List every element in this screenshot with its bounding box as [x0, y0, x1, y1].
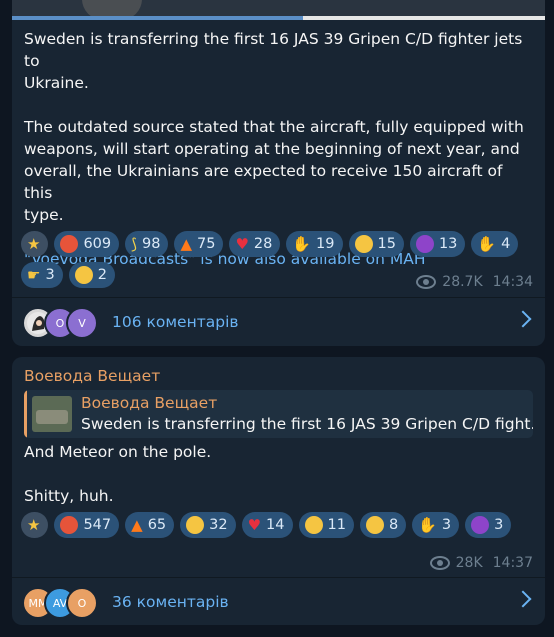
reaction-devil[interactable]: 3 [465, 512, 512, 538]
post-text-line: Ukraine. [24, 74, 89, 92]
star-icon: ★ [27, 516, 41, 534]
reaction-pointing-hand[interactable]: ☛ 3 [21, 262, 63, 288]
view-count: 28.7K [442, 274, 483, 290]
reaction-heart[interactable]: ♥ 14 [241, 512, 293, 538]
reaction-count: 98 [142, 236, 161, 252]
heart-icon: ♥ [247, 516, 262, 534]
post-text-line: type. [24, 206, 64, 224]
reaction-count: 8 [388, 517, 399, 533]
heart-icon: ♥ [235, 235, 249, 253]
reaction-thinking[interactable]: 8 [359, 512, 407, 538]
grinning-face-icon [354, 235, 373, 253]
devil-face-icon [415, 235, 434, 253]
view-count: 28K [455, 555, 483, 571]
reaction-rofl[interactable]: 2 [68, 262, 115, 288]
reply-thumbnail [32, 396, 72, 432]
post-time: 14:37 [492, 555, 533, 571]
reaction-count: 4 [501, 236, 511, 252]
reaction-folded-hands[interactable]: ✋ 4 [471, 231, 519, 257]
reaction-grinning[interactable]: 32 [180, 512, 236, 538]
reaction-thumbs-up[interactable]: ✋ 3 [412, 512, 460, 538]
reaction-thumbs-up[interactable]: ✋ 19 [286, 231, 343, 257]
angry-face-icon [60, 516, 79, 534]
grinning-face-icon [186, 516, 205, 534]
angry-face-icon [60, 235, 79, 253]
thumbs-up-icon: ✋ [292, 235, 312, 253]
thinking-face-icon [365, 516, 384, 534]
post-time: 14:34 [492, 274, 533, 290]
reaction-count: 3 [494, 517, 504, 533]
eye-icon [429, 556, 450, 570]
channel-post-2: Воевода Вещает Воевода Вещает Sweden is … [12, 357, 545, 625]
reaction-count: 15 [377, 236, 396, 252]
reactions-bar: ★ 547 ▲ 65 32 ♥ 14 11 8 ✋ 3 3 [21, 512, 541, 538]
rofl-face-icon [74, 266, 93, 284]
post-text-line: overall, the Ukrainians are expected to … [24, 162, 503, 202]
post-media-preview[interactable] [12, 0, 545, 20]
media-progress-remaining [303, 16, 545, 20]
reaction-count: 28 [253, 236, 273, 252]
reaction-devil[interactable]: 13 [409, 231, 466, 257]
reaction-count: 19 [316, 236, 335, 252]
post-text-line: weapons, will start operating at the beg… [24, 140, 520, 158]
reaction-fire[interactable]: ▲ 75 [174, 231, 224, 257]
rofl-face-icon [304, 516, 323, 534]
fire-icon: ▲ [131, 516, 143, 534]
reaction-angry[interactable]: 547 [54, 512, 120, 538]
reaction-fire[interactable]: ▲ 65 [125, 512, 175, 538]
comments-bar[interactable]: O V 106 коментарів [12, 297, 545, 346]
post-meta: 28K 14:37 [429, 555, 533, 571]
reaction-count: 75 [197, 236, 216, 252]
reaction-count: 2 [97, 267, 107, 283]
avatar: O [66, 587, 98, 619]
reaction-grinning[interactable]: 15 [348, 231, 404, 257]
commenter-avatars: MM AV O [22, 587, 112, 619]
folded-hands-icon: ✋ [477, 235, 497, 253]
post-text-line: Shitty, huh. [24, 487, 114, 505]
commenter-avatars: O V [22, 307, 112, 339]
devil-face-icon [471, 516, 490, 534]
reaction-angry[interactable]: 609 [54, 231, 120, 257]
post-meta: 28.7K 14:34 [416, 274, 533, 290]
comments-count[interactable]: 36 коментарів [112, 593, 229, 611]
reaction-count: 609 [83, 236, 112, 252]
post-author[interactable]: Воевода Вещает [24, 367, 160, 385]
reply-author: Воевода Вещает [81, 394, 218, 412]
eye-icon [416, 275, 437, 289]
chevron-right-icon [514, 590, 532, 608]
reaction-count: 3 [441, 517, 452, 533]
chevron-right-icon [514, 310, 532, 328]
media-progress-played [12, 16, 303, 20]
reply-stripe [24, 390, 27, 438]
reply-preview[interactable]: Воевода Вещает Sweden is transferring th… [24, 390, 533, 438]
reaction-banana[interactable]: ⟆ 98 [125, 231, 169, 257]
reaction-star[interactable]: ★ [21, 512, 49, 538]
reaction-count: 3 [45, 267, 55, 283]
comments-bar[interactable]: MM AV O 36 коментарів [12, 577, 545, 626]
post-text-line: And Meteor on the pole. [24, 443, 212, 461]
pointing-hand-icon: ☛ [27, 266, 41, 284]
post-text-line: The outdated source stated that the airc… [24, 118, 524, 136]
reaction-count: 14 [266, 517, 285, 533]
avatar: V [66, 307, 98, 339]
star-icon: ★ [27, 235, 41, 253]
thumbs-up-icon: ✋ [418, 516, 437, 534]
fire-icon: ▲ [180, 235, 192, 253]
reaction-star[interactable]: ★ [21, 231, 49, 257]
reaction-rofl[interactable]: 11 [298, 512, 354, 538]
reaction-heart[interactable]: ♥ 28 [229, 231, 281, 257]
reaction-count: 13 [438, 236, 458, 252]
banana-icon: ⟆ [131, 235, 137, 253]
reply-text: Sweden is transferring the first 16 JAS … [81, 415, 533, 433]
reaction-count: 32 [209, 517, 228, 533]
reaction-count: 65 [147, 517, 167, 533]
channel-post-1: Sweden is transferring the first 16 JAS … [12, 0, 545, 346]
post-text: And Meteor on the pole. Shitty, huh. [24, 441, 534, 507]
comments-count[interactable]: 106 коментарів [112, 313, 239, 331]
reaction-count: 11 [327, 517, 346, 533]
reaction-count: 547 [83, 517, 112, 533]
post-text-line: Sweden is transferring the first 16 JAS … [24, 30, 523, 70]
